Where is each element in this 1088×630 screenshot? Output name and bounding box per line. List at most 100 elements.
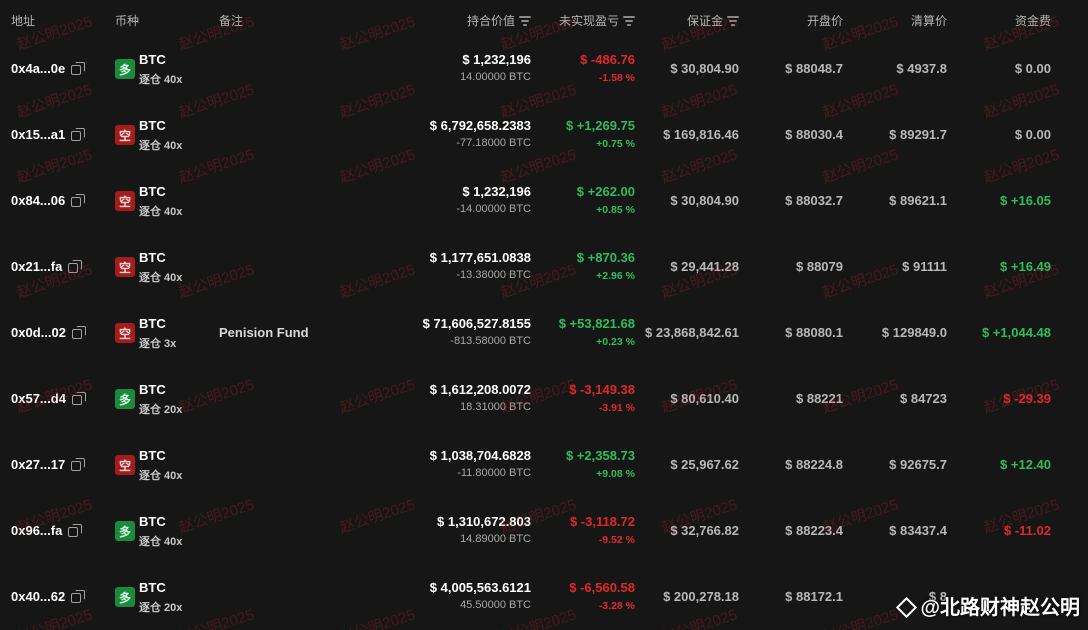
unrealized-pnl-percent: +0.23 %	[596, 336, 635, 348]
copy-icon[interactable]	[71, 128, 86, 141]
header-margin[interactable]: 保证金	[687, 12, 739, 29]
address-text[interactable]: 0x15...a1	[11, 127, 65, 142]
signature-text: @北路财神赵公明	[920, 597, 1080, 619]
unrealized-pnl: $ -6,560.58	[569, 580, 635, 595]
liquidation-price: $ 4937.8	[896, 61, 947, 76]
table-row[interactable]: 0x0d...02 空 BTC 逐仓 3x Penision Fund $ 71,606,…	[0, 302, 1088, 368]
sort-icon[interactable]	[623, 16, 635, 26]
entry-price: $ 88224.8	[785, 457, 843, 472]
margin-value: $ 32,766.82	[670, 523, 739, 538]
position-size: 45.50000 BTC	[460, 599, 531, 611]
entry-price: $ 88048.7	[785, 61, 843, 76]
unrealized-pnl-percent: +9.08 %	[596, 468, 635, 480]
copy-icon[interactable]	[71, 194, 86, 207]
funding-fee: $ -29.39	[1003, 391, 1051, 406]
coin-symbol: BTC	[139, 382, 166, 397]
leverage-label: 逐仓 40x	[139, 74, 183, 86]
header-unrealized-pnl[interactable]: 未实现盈亏	[559, 12, 635, 29]
address-cell[interactable]: 0x84...06	[11, 193, 86, 208]
liquidation-price: $ 92675.7	[889, 457, 947, 472]
leverage-label: 逐仓 20x	[139, 602, 183, 614]
unrealized-pnl-percent: -3.91 %	[598, 402, 635, 414]
address-cell[interactable]: 0x15...a1	[11, 127, 86, 142]
entry-price: $ 88221	[796, 391, 843, 406]
copy-icon[interactable]	[68, 260, 83, 273]
position-size: -13.38000 BTC	[456, 269, 531, 281]
position-value: $ 4,005,563.6121	[429, 580, 531, 595]
margin-value: $ 29,441.28	[670, 259, 739, 274]
position-value: $ 6,792,658.2383	[429, 118, 531, 133]
position-value: $ 1,232,196	[462, 184, 531, 199]
address-cell[interactable]: 0x4a...0e	[11, 61, 86, 76]
position-value: $ 1,038,704.6828	[429, 448, 531, 463]
position-value: $ 1,177,651.0838	[429, 250, 531, 265]
position-value: $ 1,232,196	[462, 52, 531, 67]
header-position-value[interactable]: 持合价值	[467, 12, 531, 29]
coin-symbol: BTC	[139, 514, 166, 529]
table-row[interactable]: 0x96...fa 多 BTC 逐仓 40x $ 1,310,672.803 14.890…	[0, 500, 1088, 566]
address-text[interactable]: 0x21...fa	[11, 259, 62, 274]
side-badge: 多	[115, 59, 135, 79]
position-size: -813.58000 BTC	[450, 335, 531, 347]
address-cell[interactable]: 0x27...17	[11, 457, 86, 472]
copy-icon[interactable]	[71, 62, 86, 75]
copy-icon[interactable]	[71, 392, 86, 405]
address-text[interactable]: 0x40...62	[11, 589, 65, 604]
unrealized-pnl: $ -3,149.38	[569, 382, 635, 397]
unrealized-pnl: $ +870.36	[576, 250, 635, 265]
entry-price: $ 88030.4	[785, 127, 843, 142]
note-text: Penision Fund	[219, 325, 309, 340]
table-row[interactable]: 0x84...06 空 BTC 逐仓 40x $ 1,232,196 -14.00000 …	[0, 170, 1088, 236]
margin-value: $ 30,804.90	[670, 61, 739, 76]
unrealized-pnl-percent: +0.85 %	[596, 204, 635, 216]
position-size: -77.18000 BTC	[456, 137, 531, 149]
unrealized-pnl-percent: -1.58 %	[598, 72, 635, 84]
table-row[interactable]: 0x21...fa 空 BTC 逐仓 40x $ 1,177,651.0838 -13.3…	[0, 236, 1088, 302]
address-text[interactable]: 0x27...17	[11, 457, 65, 472]
header-address: 地址	[11, 14, 36, 28]
margin-value: $ 30,804.90	[670, 193, 739, 208]
table-row[interactable]: 0x27...17 空 BTC 逐仓 40x $ 1,038,704.6828 -11.8…	[0, 434, 1088, 500]
address-cell[interactable]: 0x96...fa	[11, 523, 83, 538]
coin-symbol: BTC	[139, 448, 166, 463]
table-row[interactable]: 0x15...a1 空 BTC 逐仓 40x $ 6,792,658.2383 -77.1…	[0, 104, 1088, 170]
liquidation-price: $ 89291.7	[889, 127, 947, 142]
position-size: -11.80000 BTC	[457, 467, 531, 479]
entry-price: $ 88079	[796, 259, 843, 274]
leverage-label: 逐仓 40x	[139, 206, 183, 218]
unrealized-pnl: $ -486.76	[580, 52, 635, 67]
sort-icon[interactable]	[519, 16, 531, 26]
sort-icon[interactable]	[727, 16, 739, 26]
signature: @北路财神赵公明	[896, 591, 1080, 620]
copy-icon[interactable]	[71, 458, 86, 471]
unrealized-pnl-percent: -3.28 %	[598, 600, 635, 612]
address-cell[interactable]: 0x40...62	[11, 589, 86, 604]
table-row[interactable]: 0x4a...0e 多 BTC 逐仓 40x $ 1,232,196 14.00000 B…	[0, 38, 1088, 104]
coin-symbol: BTC	[139, 118, 166, 133]
leverage-label: 逐仓 20x	[139, 404, 183, 416]
margin-value: $ 23,868,842.61	[645, 325, 739, 340]
address-text[interactable]: 0x0d...02	[11, 325, 66, 340]
position-value: $ 1,612,208.0072	[429, 382, 531, 397]
leverage-label: 逐仓 40x	[139, 536, 183, 548]
table-row[interactable]: 0x57...d4 多 BTC 逐仓 20x $ 1,612,208.0072 18.31…	[0, 368, 1088, 434]
copy-icon[interactable]	[71, 590, 86, 603]
header-liquidation-price: 清算价	[910, 14, 947, 28]
liquidation-price: $ 83437.4	[889, 523, 947, 538]
address-text[interactable]: 0x57...d4	[11, 391, 66, 406]
unrealized-pnl: $ +262.00	[576, 184, 635, 199]
side-badge: 空	[115, 191, 135, 211]
unrealized-pnl: $ +1,269.75	[565, 118, 635, 133]
unrealized-pnl: $ +53,821.68	[558, 316, 635, 331]
positions-table: 0x4a...0e 多 BTC 逐仓 40x $ 1,232,196 14.00000 B…	[0, 38, 1088, 630]
address-text[interactable]: 0x84...06	[11, 193, 65, 208]
address-text[interactable]: 0x4a...0e	[11, 61, 65, 76]
address-cell[interactable]: 0x57...d4	[11, 391, 86, 406]
address-cell[interactable]: 0x0d...02	[11, 325, 86, 340]
copy-icon[interactable]	[71, 326, 86, 339]
margin-value: $ 25,967.62	[670, 457, 739, 472]
copy-icon[interactable]	[68, 524, 83, 537]
address-cell[interactable]: 0x21...fa	[11, 259, 83, 274]
address-text[interactable]: 0x96...fa	[11, 523, 62, 538]
margin-value: $ 169,816.46	[663, 127, 739, 142]
